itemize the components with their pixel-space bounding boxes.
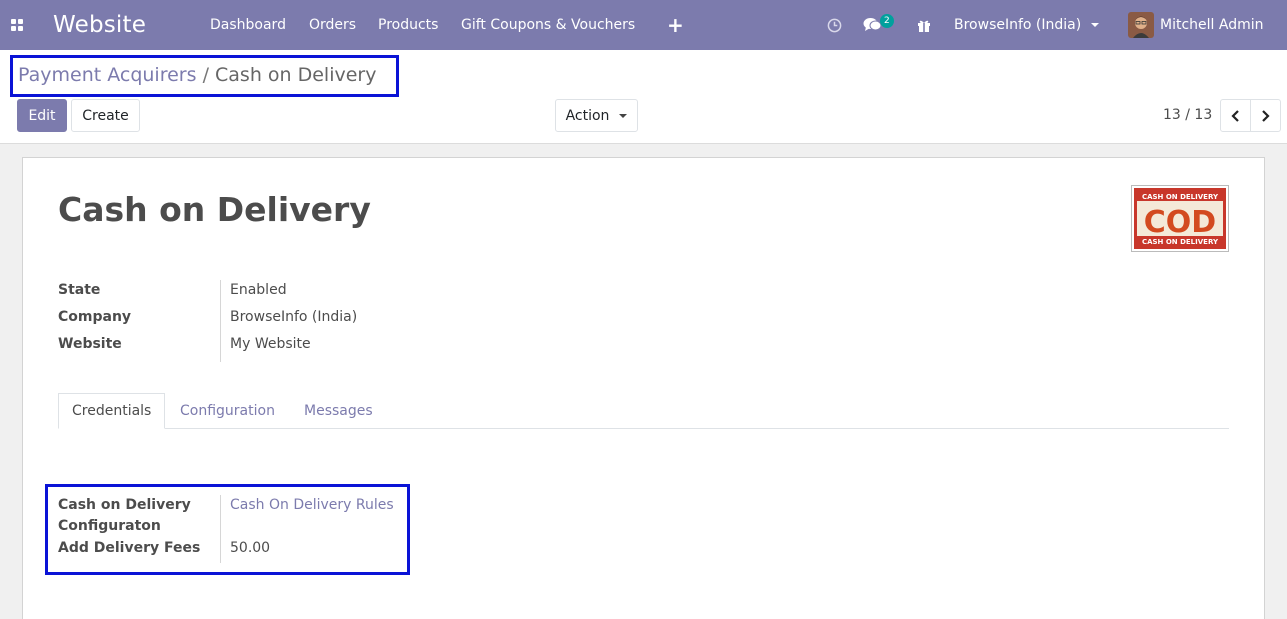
state-value: Enabled	[230, 282, 287, 298]
chevron-right-icon	[1262, 109, 1270, 122]
logo-main-text: COD	[1144, 205, 1216, 240]
website-value[interactable]: My Website	[230, 336, 311, 352]
company-name: BrowseInfo (India)	[954, 17, 1082, 33]
pager-previous-button[interactable]	[1220, 99, 1251, 132]
company-value[interactable]: BrowseInfo (India)	[230, 309, 357, 325]
company-switcher[interactable]: BrowseInfo (India)	[954, 0, 1100, 50]
app-brand[interactable]: Website	[53, 0, 146, 50]
clock-icon	[827, 18, 842, 32]
state-label: State	[58, 282, 101, 298]
gift-icon	[918, 20, 930, 32]
plus-icon: +	[667, 13, 684, 37]
action-label: Action	[565, 107, 610, 124]
new-content-button[interactable]: +	[667, 0, 684, 50]
logo-bottom-text: CASH ON DELIVERY	[1142, 238, 1219, 246]
website-label: Website	[58, 336, 122, 352]
cod-logo-icon: CASH ON DELIVERY COD CASH ON DELIVERY	[1134, 188, 1226, 249]
menu-orders[interactable]: Orders	[309, 0, 356, 50]
avatar	[1128, 12, 1154, 38]
user-menu[interactable]: Mitchell Admin	[1128, 0, 1264, 50]
gift-button[interactable]	[917, 0, 931, 50]
messaging-button[interactable]	[863, 0, 882, 50]
pager-next-button[interactable]	[1250, 99, 1281, 132]
top-navbar: Website Dashboard Orders Products Gift C…	[0, 0, 1287, 50]
create-button[interactable]: Create	[71, 99, 140, 132]
record-title: Cash on Delivery	[58, 190, 371, 229]
menu-gift-coupons[interactable]: Gift Coupons & Vouchers	[461, 0, 635, 50]
tab-messages[interactable]: Messages	[291, 393, 386, 429]
breadcrumb-highlight-box	[10, 55, 399, 97]
chevron-left-icon	[1231, 109, 1239, 122]
chevron-down-icon	[1091, 23, 1100, 27]
chat-count-badge: 2	[880, 14, 894, 28]
field-divider	[220, 280, 221, 362]
credentials-highlight-box	[45, 484, 410, 575]
apps-menu-icon[interactable]	[11, 0, 25, 50]
activity-button[interactable]	[827, 0, 842, 50]
menu-dashboard[interactable]: Dashboard	[210, 0, 286, 50]
record-image[interactable]: CASH ON DELIVERY COD CASH ON DELIVERY	[1131, 185, 1229, 252]
company-label: Company	[58, 309, 132, 325]
edit-button[interactable]: Edit	[17, 99, 67, 132]
menu-products[interactable]: Products	[378, 0, 438, 50]
pager-value[interactable]: 13 / 13	[1163, 107, 1212, 123]
tab-configuration[interactable]: Configuration	[167, 393, 288, 429]
chevron-down-icon	[619, 113, 628, 118]
logo-top-text: CASH ON DELIVERY	[1142, 193, 1219, 201]
user-name: Mitchell Admin	[1160, 17, 1264, 33]
tab-credentials[interactable]: Credentials	[58, 393, 166, 429]
action-dropdown-button[interactable]: Action	[555, 99, 638, 132]
